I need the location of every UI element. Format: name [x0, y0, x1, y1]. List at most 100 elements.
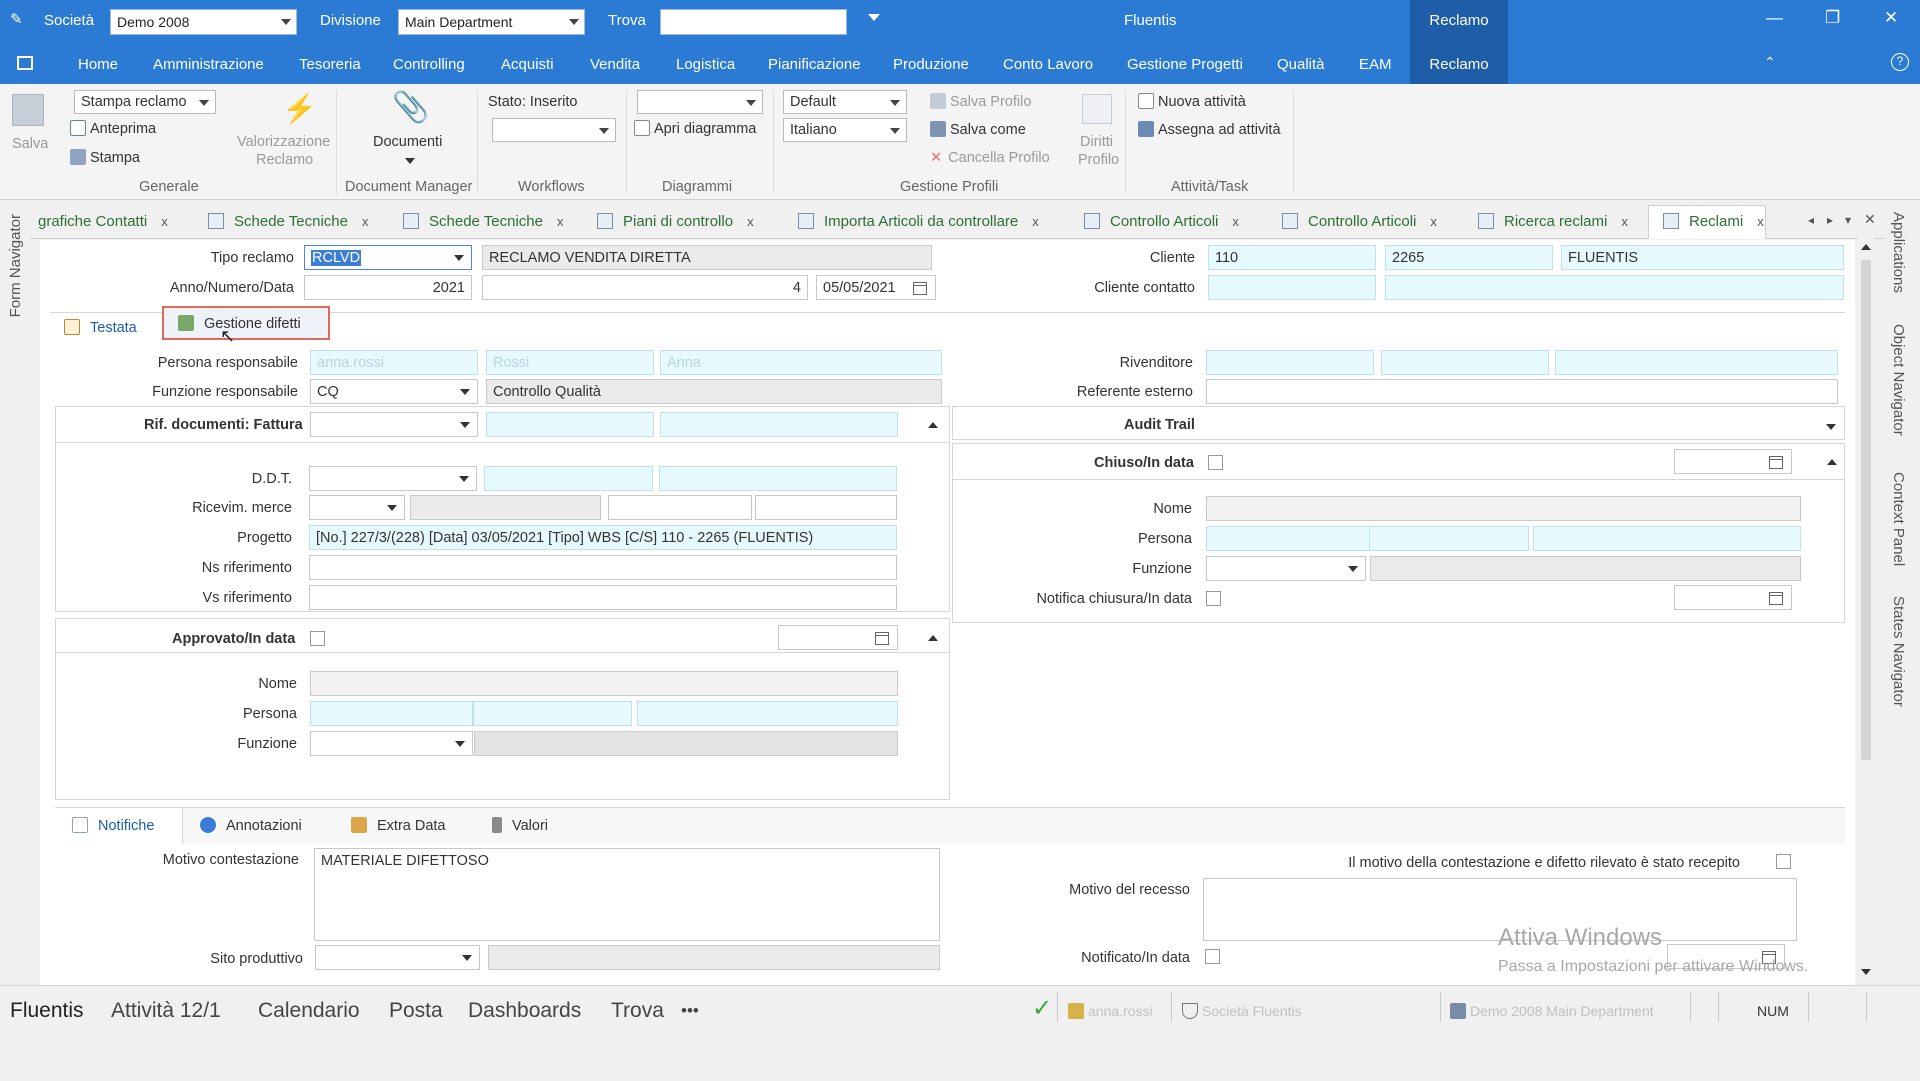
referente-esterno-field[interactable] — [1206, 379, 1838, 404]
quick-access-dropdown-icon[interactable] — [868, 14, 880, 21]
restore-button[interactable]: ❐ — [1825, 8, 1840, 28]
fattura-number[interactable] — [486, 412, 654, 437]
object-navigator-tab[interactable]: Object Navigator — [1890, 324, 1907, 436]
collapse-ribbon-icon[interactable]: ⌃ — [1764, 54, 1776, 71]
cancella-profilo-button[interactable]: ✕ Cancella Profilo — [930, 150, 1050, 166]
tab-gestione-difetti[interactable]: Gestione difetti — [162, 306, 330, 340]
cliente-contatto-name-field[interactable] — [1385, 275, 1844, 300]
menu-produzione[interactable]: Produzione — [893, 56, 969, 73]
vertical-scrollbar[interactable] — [1858, 238, 1874, 983]
audit-trail-label[interactable]: Audit Trail — [1124, 417, 1195, 433]
close-button[interactable]: ✕ — [1884, 8, 1898, 28]
menu-tesoreria[interactable]: Tesoreria — [299, 56, 361, 73]
motivo-contestazione-field[interactable]: MATERIALE DIFETTOSO — [314, 848, 940, 941]
status-calendario[interactable]: Calendario — [258, 999, 360, 1023]
tab-controllo-articoli-2[interactable]: Controllo Articoli x — [1282, 213, 1437, 230]
menu-pianificazione[interactable]: Pianificazione — [768, 56, 861, 73]
collapse-section-icon[interactable] — [928, 422, 938, 428]
menu-reclamo[interactable]: Reclamo — [1410, 42, 1508, 84]
salva-button[interactable]: Salva — [12, 136, 48, 152]
data-field[interactable]: 05/05/2021 — [816, 275, 936, 300]
lingua-select[interactable]: Italiano — [783, 118, 907, 142]
chiuso-persona-name[interactable] — [1533, 526, 1801, 551]
status-posta[interactable]: Posta — [389, 999, 443, 1023]
status-fluentis[interactable]: Fluentis — [10, 999, 84, 1023]
notificato-checkbox[interactable] — [1205, 949, 1220, 964]
help-icon[interactable]: ? — [1891, 53, 1909, 71]
stampa-reclamo-select[interactable]: Stampa reclamo — [74, 90, 216, 114]
scroll-down-icon[interactable] — [1861, 969, 1871, 975]
cliente-code-field[interactable]: 110 — [1208, 245, 1376, 270]
approvato-persona-code[interactable] — [310, 701, 473, 726]
tab-testata[interactable]: Testata — [64, 319, 137, 336]
scroll-tabs-left-icon[interactable]: ◂ — [1808, 213, 1814, 227]
menu-conto-lavoro[interactable]: Conto Lavoro — [1003, 56, 1093, 73]
persona-responsabile-surname[interactable]: Rossi — [486, 350, 654, 375]
anno-field[interactable]: 2021 — [304, 275, 472, 300]
anteprima-button[interactable]: Anteprima — [70, 120, 156, 137]
collapse-section-icon[interactable] — [1827, 459, 1837, 465]
calendar-icon[interactable] — [1769, 456, 1783, 469]
chiuso-funzione-select[interactable] — [1206, 556, 1366, 581]
menu-amministrazione[interactable]: Amministrazione — [153, 56, 264, 73]
close-tab-icon[interactable]: x — [747, 214, 754, 229]
menu-logistica[interactable]: Logistica — [676, 56, 735, 73]
tabs-list-icon[interactable]: ▾ — [1845, 213, 1851, 227]
status-trova[interactable]: Trova — [611, 999, 664, 1023]
ddt-number[interactable] — [484, 466, 653, 491]
divisione-select[interactable]: Main Department — [398, 9, 585, 35]
ricevim-merce-number[interactable] — [608, 495, 752, 520]
documenti-dropdown-icon[interactable] — [405, 158, 415, 164]
tab-reclami[interactable]: Reclami x — [1648, 205, 1766, 239]
close-tab-icon[interactable]: x — [1757, 214, 1764, 229]
tab-importa-articoli[interactable]: Importa Articoli da controllare x — [798, 213, 1039, 230]
close-tab-icon[interactable]: x — [557, 214, 564, 229]
status-dashboards[interactable]: Dashboards — [468, 999, 581, 1023]
tab-schede-tecniche-1[interactable]: Schede Tecniche x — [208, 213, 368, 230]
calendar-icon[interactable] — [913, 282, 927, 295]
fattura-select[interactable] — [310, 412, 478, 437]
cliente-contatto-code-field[interactable] — [1208, 275, 1376, 300]
close-tab-icon[interactable]: x — [1430, 214, 1437, 229]
menu-vendita[interactable]: Vendita — [590, 56, 640, 73]
rivenditore-code[interactable] — [1206, 350, 1374, 375]
approvato-persona-surname[interactable] — [473, 701, 632, 726]
stato-select[interactable] — [492, 118, 616, 142]
menu-acquisti[interactable]: Acquisti — [501, 56, 554, 73]
fattura-date[interactable] — [660, 412, 898, 437]
tab-ricerca-reclami[interactable]: Ricerca reclami x — [1478, 213, 1628, 230]
close-tab-icon[interactable]: x — [161, 214, 168, 229]
approvato-date[interactable] — [778, 625, 898, 650]
chiuso-date[interactable] — [1674, 449, 1792, 474]
notifica-chiusura-checkbox[interactable] — [1206, 591, 1221, 606]
expand-audit-trail-icon[interactable] — [1826, 424, 1836, 430]
sito-produttivo-select[interactable] — [315, 945, 480, 970]
valorizzazione-label-1[interactable]: Valorizzazione — [237, 134, 330, 150]
form-navigator-tab[interactable]: Form Navigator — [7, 214, 24, 317]
calendar-icon[interactable] — [875, 632, 889, 645]
approvato-checkbox[interactable] — [310, 631, 325, 646]
subtab-notifiche[interactable]: Notifiche — [72, 817, 154, 834]
vs-riferimento-field[interactable] — [309, 585, 897, 610]
menu-qualita[interactable]: Qualità — [1277, 56, 1325, 73]
close-tab-icon[interactable]: x — [1032, 214, 1039, 229]
profilo-select[interactable]: Default — [783, 90, 907, 114]
assegna-attivita-button[interactable]: Assegna ad attività — [1138, 121, 1281, 138]
menu-home[interactable]: Home — [78, 56, 118, 73]
persona-responsabile-name[interactable]: Anna — [660, 350, 942, 375]
recepito-checkbox[interactable] — [1776, 854, 1791, 869]
context-panel-tab[interactable]: Context Panel — [1890, 472, 1907, 566]
applications-tab[interactable]: Applications — [1890, 212, 1907, 293]
rivenditore-name[interactable] — [1555, 350, 1838, 375]
approvato-funzione-select[interactable] — [310, 731, 473, 756]
persona-responsabile-code[interactable]: anna.rossi — [310, 350, 478, 375]
diritti-label-1[interactable]: Diritti — [1080, 134, 1113, 150]
status-attivita[interactable]: Attività 12/1 — [111, 999, 221, 1023]
societa-select[interactable]: Demo 2008 — [110, 9, 297, 35]
tab-anagrafiche-contatti[interactable]: grafiche Contatti x — [38, 213, 168, 230]
notifica-chiusura-date[interactable] — [1674, 585, 1792, 610]
salva-come-button[interactable]: Salva come — [930, 121, 1026, 138]
stampa-button[interactable]: Stampa — [70, 149, 140, 166]
tab-piani-di-controllo[interactable]: Piani di controllo x — [597, 213, 754, 230]
documenti-button[interactable]: Documenti — [373, 134, 442, 150]
